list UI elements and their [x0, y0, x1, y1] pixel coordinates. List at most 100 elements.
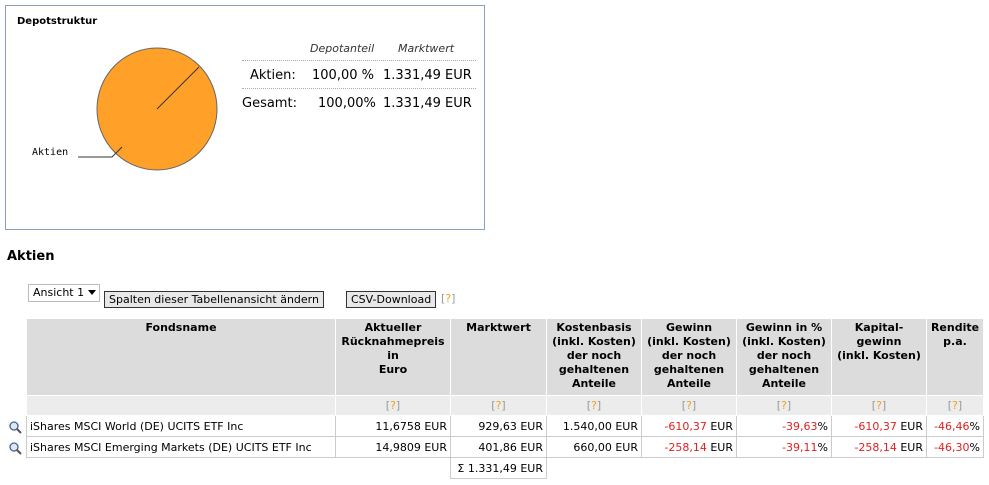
help-link[interactable]: [?]: [546, 395, 642, 416]
market-value-cell: 401,86 EUR: [450, 436, 547, 458]
help-link[interactable]: [?]: [736, 395, 832, 416]
sum-blank: [927, 458, 984, 479]
fund-name[interactable]: iShares MSCI Emerging Markets (DE) UCITS…: [26, 436, 336, 458]
header-line: Aktueller: [364, 321, 422, 334]
view-select-value: Ansicht 1: [33, 286, 85, 299]
capital-gain-cell: -610,37 EUR: [831, 415, 927, 437]
gain-value: -610,37: [664, 419, 707, 433]
market-value-cell: 929,63 EUR: [450, 415, 547, 437]
summary-row-aktien: Aktien: 100,00 % 1.331,49 EUR: [242, 64, 476, 88]
change-columns-button[interactable]: Spalten dieser Tabellenansicht ändern: [104, 291, 324, 308]
return-pa-value: -46,30: [934, 440, 970, 454]
magnifier-icon[interactable]: [8, 420, 22, 434]
price-cell: 14,9809 EUR: [335, 436, 451, 458]
help-link[interactable]: [?]: [450, 395, 547, 416]
header-gewinn-prozent[interactable]: Gewinn in % (inkl. Kosten) der noch geha…: [736, 318, 832, 396]
header-line: (inkl. Kosten): [742, 335, 826, 348]
sum-row: Σ 1.331,49 EUR: [27, 457, 984, 479]
summary-share: 100,00%: [318, 96, 376, 111]
cost-basis-cell: 1.540,00 EUR: [546, 415, 642, 437]
summary-label: Aktien:: [250, 68, 296, 83]
help-link[interactable]: [?]: [926, 395, 984, 416]
help-mark: ?: [591, 399, 597, 412]
help-mark: ?: [390, 399, 396, 412]
help-row: [?] [?] [?] [?] [?] [?] [?]: [26, 395, 984, 416]
table-header-row: Fondsname Aktueller Rücknahmepreis in Eu…: [26, 318, 984, 396]
header-marktwert[interactable]: Marktwert: [450, 318, 547, 396]
gain-pct-unit: %: [817, 440, 828, 454]
price-cell: 11,6758 EUR: [335, 415, 451, 437]
pie-label-aktien: Aktien: [32, 147, 69, 158]
gain-unit: EUR: [706, 419, 733, 433]
header-kostenbasis[interactable]: Kostenbasis (inkl. Kosten) der noch geha…: [546, 318, 642, 396]
header-line: der noch: [566, 349, 622, 362]
header-kapitalgewinn[interactable]: Kapital- gewinn (inkl. Kosten): [831, 318, 927, 396]
header-rendite[interactable]: Rendite p.a.: [926, 318, 984, 396]
header-line: Kostenbasis: [556, 321, 632, 334]
gain-cell: -258,14 EUR: [641, 436, 737, 458]
capital-gain-cell: -258,14 EUR: [831, 436, 927, 458]
header-fondsname[interactable]: Fondsname: [26, 318, 336, 396]
capital-gain-unit: EUR: [896, 440, 923, 454]
help-cell-empty: [26, 395, 336, 416]
divider: [242, 60, 476, 61]
header-gewinn[interactable]: Gewinn (inkl. Kosten) der noch gehaltene…: [641, 318, 737, 396]
capital-gain-unit: EUR: [896, 419, 923, 433]
help-mark: ?: [952, 399, 958, 412]
gain-pct-value: -39,63: [782, 419, 818, 433]
help-link[interactable]: [?]: [831, 395, 927, 416]
return-pa-cell: -46,30%: [926, 436, 984, 458]
gain-unit: EUR: [706, 440, 733, 454]
depotstruktur-panel: Depotstruktur Aktien Depotanteil Marktwe…: [5, 5, 485, 230]
header-line: Rücknahmepreis: [341, 335, 445, 348]
sum-market-value: Σ 1.331,49 EUR: [450, 457, 547, 479]
gain-pct-value: -39,11: [782, 440, 818, 454]
summary-share: 100,00 %: [312, 68, 374, 83]
pie-chart: [78, 47, 218, 171]
header-line: Euro: [378, 363, 408, 376]
chevron-down-icon: [88, 290, 96, 295]
magnifier-icon[interactable]: [8, 441, 22, 455]
header-line: Anteile: [666, 377, 712, 390]
help-link[interactable]: [?]: [335, 395, 451, 416]
header-line: Gewinn in %: [745, 321, 823, 334]
csv-download-button[interactable]: CSV-Download: [346, 291, 437, 308]
header-line: Kapital-: [854, 321, 904, 334]
header-ruecknahmepreis[interactable]: Aktueller Rücknahmepreis in Euro: [335, 318, 451, 396]
header-line: der noch: [661, 349, 717, 362]
sum-blank: [336, 458, 451, 479]
header-line: gehaltenen: [558, 363, 630, 376]
header-line: gehaltenen: [748, 363, 820, 376]
header-line: gehaltenen: [653, 363, 725, 376]
sum-blank: [642, 458, 737, 479]
cost-basis-cell: 660,00 EUR: [546, 436, 642, 458]
header-line: Gewinn: [665, 321, 713, 334]
gain-pct-cell: -39,11%: [736, 436, 832, 458]
summary-value: 1.331,49 EUR: [383, 68, 472, 83]
sum-blank: [27, 458, 336, 479]
help-mark: ?: [495, 399, 502, 412]
summary-header-depotanteil: Depotanteil: [310, 42, 375, 55]
fund-name[interactable]: iShares MSCI World (DE) UCITS ETF Inc: [26, 415, 336, 437]
header-line: p.a.: [943, 335, 967, 348]
gain-pct-cell: -39,63%: [736, 415, 832, 437]
capital-gain-value: -258,14: [854, 440, 897, 454]
return-pa-unit: %: [969, 440, 980, 454]
view-select[interactable]: Ansicht 1: [28, 284, 100, 302]
help-link[interactable]: [?]: [441, 292, 455, 305]
return-pa-value: -46,46: [934, 419, 970, 433]
header-line: Rendite: [930, 321, 980, 334]
help-mark: ?: [686, 399, 692, 412]
gain-value: -258,14: [664, 440, 707, 454]
help-mark: ?: [781, 399, 787, 412]
sum-blank: [832, 458, 927, 479]
table-row: iShares MSCI Emerging Markets (DE) UCITS…: [26, 436, 984, 458]
summary-header-marktwert: Marktwert: [398, 42, 455, 55]
table-row: iShares MSCI World (DE) UCITS ETF Inc 11…: [26, 415, 984, 437]
section-title: Aktien: [7, 249, 55, 264]
header-line: Anteile: [761, 377, 807, 390]
help-link[interactable]: [?]: [641, 395, 737, 416]
holdings-table: Fondsname Aktueller Rücknahmepreis in Eu…: [26, 318, 984, 479]
return-pa-unit: %: [969, 419, 980, 433]
sum-blank: [737, 458, 832, 479]
